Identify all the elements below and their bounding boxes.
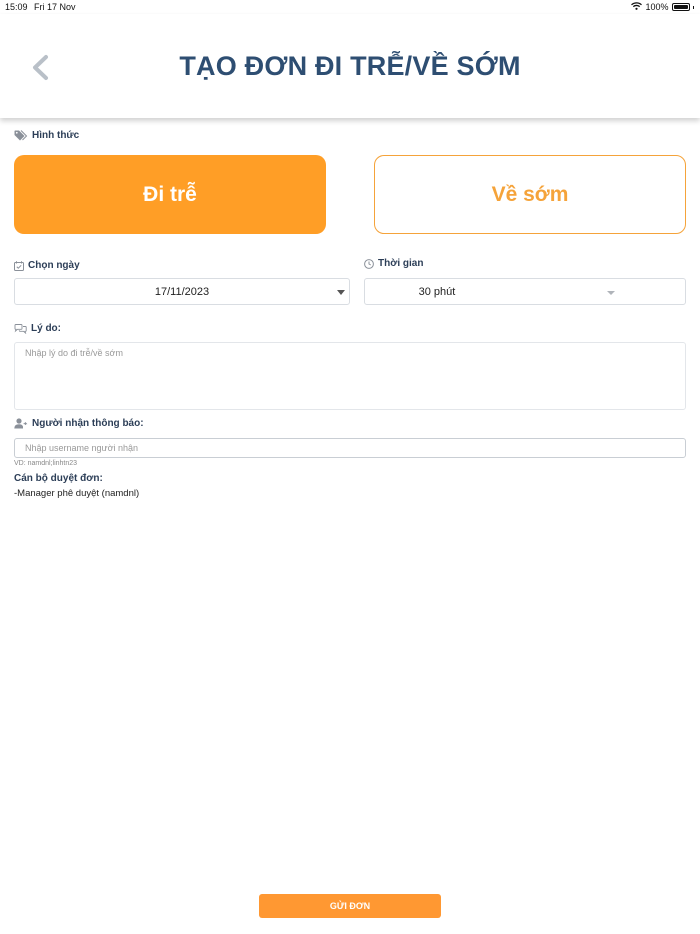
caret-down-icon (607, 290, 615, 295)
battery-icon (671, 3, 690, 11)
date-label-text: Chọn ngày (28, 260, 80, 271)
time-value: 30 phút (418, 286, 456, 298)
time-select[interactable]: 30 phút (364, 278, 686, 305)
type-label-text: Hình thức (32, 130, 80, 141)
submit-button[interactable]: GỬI ĐƠN (259, 894, 441, 918)
header: TẠO ĐƠN ĐI TRỄ/VỀ SỚM (0, 14, 700, 118)
status-date: Fri 17 Nov (34, 2, 76, 12)
time-label: Thời gian (364, 258, 423, 269)
date-select[interactable]: 17/11/2023 (14, 278, 350, 305)
reason-textarea[interactable] (14, 342, 686, 410)
status-time: 15:09 (5, 2, 28, 12)
recipient-input[interactable] (14, 438, 686, 458)
status-indicators: 100% (631, 2, 694, 12)
battery-percent: 100% (645, 2, 669, 12)
calendar-check-icon (14, 260, 24, 271)
caret-down-icon (337, 290, 345, 295)
reason-label: Lý do: (14, 323, 61, 334)
approver-value: -Manager phê duyệt (namdnl) (14, 488, 140, 499)
wifi-icon (631, 2, 643, 12)
type-option-early[interactable]: Về sớm (374, 155, 686, 234)
type-option-late[interactable]: Đi trễ (14, 155, 326, 234)
type-label: Hình thức (14, 130, 79, 141)
reason-label-text: Lý do: (31, 323, 61, 334)
date-label: Chọn ngày (14, 260, 80, 271)
clock-icon (364, 258, 374, 269)
approver-label: Cán bộ duyệt đơn: (14, 473, 103, 484)
battery-tip (692, 5, 694, 9)
page-title: TẠO ĐƠN ĐI TRỄ/VỀ SỚM (179, 51, 521, 81)
recipient-label: Người nhận thông báo: (14, 418, 144, 429)
recipient-label-text: Người nhận thông báo: (32, 418, 144, 429)
recipient-hint: VD: namdnl;linhtn23 (14, 460, 78, 467)
tag-icon (14, 130, 28, 141)
date-value: 17/11/2023 (154, 286, 210, 298)
user-share-icon (14, 418, 28, 429)
time-label-text: Thời gian (378, 258, 424, 269)
comments-icon (14, 323, 27, 334)
status-bar: 15:09 Fri 17 Nov 100% (0, 0, 700, 14)
